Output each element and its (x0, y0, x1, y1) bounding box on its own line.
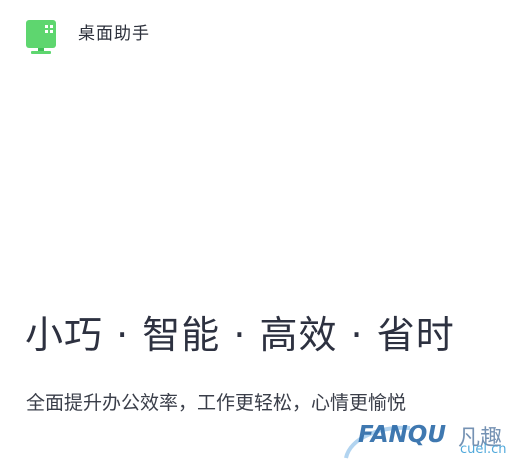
app-title: 桌面助手 (78, 24, 150, 44)
watermark-domain: cuel.cn (460, 442, 507, 457)
hero-headline: 小巧 · 智能 · 高效 · 省时 (25, 313, 455, 357)
app-header: 桌面助手 (26, 20, 150, 56)
watermark-brand: FANQU (358, 422, 447, 448)
desktop-monitor-icon (26, 20, 56, 56)
watermark: FANQU 凡趣 cuel.cn (340, 418, 511, 465)
hero-subline: 全面提升办公效率，工作更轻松，心情更愉悦 (26, 392, 407, 414)
